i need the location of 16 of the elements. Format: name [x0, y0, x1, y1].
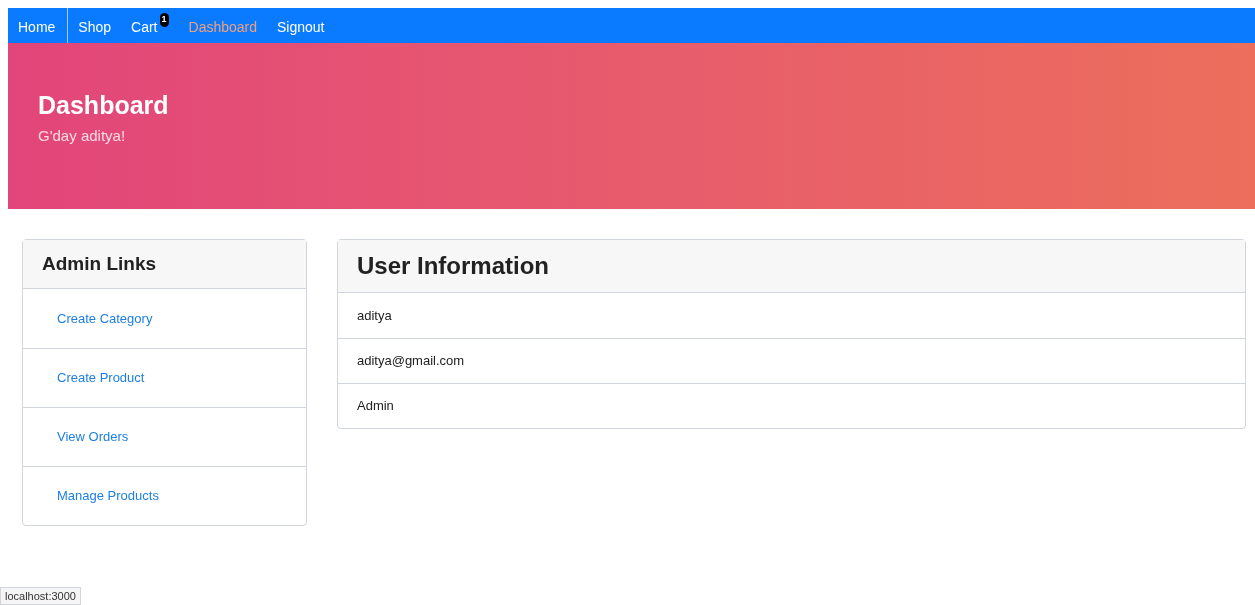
admin-link[interactable]: Manage Products: [57, 486, 159, 506]
info-text: Admin: [357, 397, 394, 416]
info-text: aditya@gmail.com: [357, 352, 465, 371]
count-badge: 1: [159, 13, 169, 27]
card-title: User Information: [357, 251, 550, 281]
nav-link[interactable]: Cart 1: [121, 8, 179, 43]
nav-link[interactable]: Signout: [267, 8, 335, 43]
card-title: Admin Links: [42, 251, 156, 276]
admin-link[interactable]: Create Category: [57, 308, 153, 329]
admin-link[interactable]: Create Product: [57, 368, 145, 388]
nav-link[interactable]: Shop: [68, 8, 122, 43]
banner-title: Dashboard: [38, 90, 170, 121]
info-text: aditya: [357, 306, 392, 325]
status-bar: localhost:3000: [0, 587, 81, 605]
admin-link[interactable]: View Orders: [57, 427, 129, 447]
banner-subtitle: G'day aditya!: [38, 126, 127, 147]
